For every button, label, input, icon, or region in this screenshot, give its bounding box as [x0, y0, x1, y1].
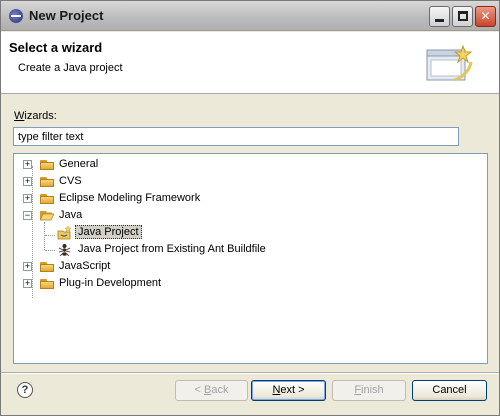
ant-icon	[58, 244, 71, 256]
window-title: New Project	[29, 8, 104, 23]
next-button[interactable]: Next >	[251, 380, 326, 401]
wizard-filter-input[interactable]	[13, 127, 459, 146]
folder-icon	[40, 261, 54, 272]
minimize-icon	[435, 19, 444, 22]
folder-icon	[40, 176, 54, 187]
tree-item-label: Java Project from Existing Ant Buildfile	[78, 243, 266, 255]
finish-button[interactable]: Finish	[332, 380, 406, 401]
page-title: Select a wizard	[9, 40, 103, 55]
tree-item-java[interactable]: − Java	[14, 208, 314, 224]
tree-item-label: Plug-in Development	[59, 277, 162, 289]
java-project-wizard-icon	[57, 225, 72, 240]
tree-item-label: General	[59, 158, 99, 170]
tree-item-label: Eclipse Modeling Framework	[59, 192, 201, 204]
tree-item-cvs[interactable]: + CVS	[14, 174, 314, 190]
expand-icon[interactable]: +	[23, 194, 32, 203]
expand-icon[interactable]: +	[23, 262, 32, 271]
maximize-icon	[458, 11, 468, 21]
eclipse-icon	[9, 9, 23, 23]
cancel-button[interactable]: Cancel	[412, 380, 487, 401]
new-project-dialog: New Project ✕ Select a wizard Create a J…	[0, 0, 500, 416]
maximize-button[interactable]	[452, 6, 473, 27]
close-icon: ✕	[480, 9, 491, 23]
expand-icon[interactable]: +	[23, 160, 32, 169]
collapse-icon[interactable]: −	[23, 211, 32, 220]
folder-open-icon	[40, 211, 54, 221]
tree-item-label: Java	[59, 209, 83, 221]
tree-item-javascript[interactable]: + JavaScript	[14, 259, 314, 275]
expand-icon[interactable]: +	[23, 177, 32, 186]
tree-item-general[interactable]: + General	[14, 157, 314, 173]
help-icon[interactable]: ?	[17, 382, 33, 398]
title-bar[interactable]: New Project ✕	[1, 1, 499, 31]
wizards-label: Wizards:	[14, 110, 57, 122]
folder-icon	[40, 278, 54, 289]
folder-icon	[40, 193, 54, 204]
close-button[interactable]: ✕	[475, 6, 496, 27]
wizard-tree[interactable]: + General + CVS + Eclipse Modeling Frame…	[13, 153, 488, 364]
expand-icon[interactable]: +	[23, 279, 32, 288]
back-button[interactable]: < Back	[175, 380, 248, 401]
new-wizard-banner-icon	[426, 44, 473, 82]
tree-item-java-project-ant[interactable]: Java Project from Existing Ant Buildfile	[14, 242, 334, 258]
wizard-header: Select a wizard Create a Java project	[1, 32, 499, 94]
minimize-button[interactable]	[429, 6, 450, 27]
tree-item-plug-in-development[interactable]: + Plug-in Development	[14, 276, 314, 292]
tree-item-label: JavaScript	[59, 260, 111, 272]
tree-item-label: CVS	[59, 175, 82, 187]
tree-item-java-project[interactable]: Java Project	[14, 225, 314, 241]
page-description: Create a Java project	[18, 62, 123, 74]
folder-icon	[40, 159, 54, 170]
tree-item-label: Java Project	[75, 225, 142, 239]
tree-item-eclipse-modeling-framework[interactable]: + Eclipse Modeling Framework	[14, 191, 314, 207]
footer-separator	[1, 372, 499, 374]
